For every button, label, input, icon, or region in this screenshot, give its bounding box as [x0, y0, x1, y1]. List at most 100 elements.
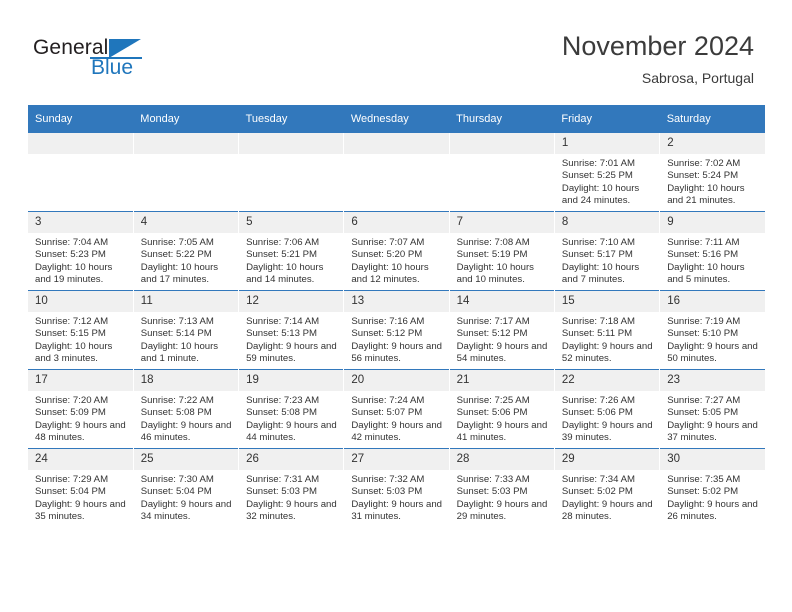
sunrise-text: Sunrise: 7:02 AM	[667, 158, 741, 169]
sunset-text: Sunset: 5:07 PM	[351, 407, 423, 419]
daylight-text: Daylight: 9 hours and 37 minutes.	[667, 419, 758, 444]
daylight-text: Daylight: 10 hours and 14 minutes.	[246, 261, 324, 286]
sunrise-text: Sunrise: 7:35 AM	[667, 474, 741, 485]
calendar-week-row: 3 Sunrise: 7:04 AM Sunset: 5:23 PM Dayli…	[28, 211, 765, 291]
day-number: 29	[554, 449, 660, 470]
day-cell[interactable]: 7 Sunrise: 7:08 AM Sunset: 5:19 PM Dayli…	[449, 211, 555, 291]
sunset-text: Sunset: 5:15 PM	[35, 328, 106, 340]
sunset-text: Sunset: 5:02 PM	[667, 486, 739, 498]
sunrise-text: Sunrise: 7:04 AM	[35, 237, 109, 248]
day-cell[interactable]: 5 Sunrise: 7:06 AM Sunset: 5:21 PM Dayli…	[238, 211, 345, 291]
day-cell[interactable]: 25 Sunrise: 7:30 AM Sunset: 5:04 PM Dayl…	[133, 448, 240, 527]
day-details: Sunrise: 7:27 AM Sunset: 5:05 PM Dayligh…	[660, 391, 765, 445]
day-cell[interactable]: 23 Sunrise: 7:27 AM Sunset: 5:05 PM Dayl…	[659, 369, 765, 449]
daylight-text: Daylight: 10 hours and 7 minutes.	[561, 261, 640, 286]
day-number: 14	[449, 291, 554, 312]
day-details: Sunrise: 7:16 AM Sunset: 5:12 PM Dayligh…	[344, 312, 448, 366]
day-number: 12	[239, 291, 344, 312]
day-number: 30	[660, 449, 765, 470]
day-cell[interactable]: 14 Sunrise: 7:17 AM Sunset: 5:12 PM Dayl…	[449, 290, 555, 370]
calendar-week-row: 17 Sunrise: 7:20 AM Sunset: 5:09 PM Dayl…	[28, 369, 765, 449]
day-cell[interactable]: 16 Sunrise: 7:19 AM Sunset: 5:10 PM Dayl…	[659, 290, 765, 370]
page-title: November 2024	[561, 31, 754, 61]
day-details: Sunrise: 7:02 AM Sunset: 5:24 PM Dayligh…	[660, 154, 765, 208]
sunset-text: Sunset: 5:20 PM	[351, 249, 423, 261]
day-cell[interactable]: 22 Sunrise: 7:26 AM Sunset: 5:06 PM Dayl…	[554, 369, 661, 449]
day-cell[interactable]: 9 Sunrise: 7:11 AM Sunset: 5:16 PM Dayli…	[659, 211, 765, 291]
calendar-header-row: Sunday Monday Tuesday Wednesday Thursday…	[28, 105, 765, 133]
sunset-text: Sunset: 5:17 PM	[561, 249, 633, 261]
daylight-text: Daylight: 9 hours and 28 minutes.	[561, 498, 653, 523]
day-details: Sunrise: 7:23 AM Sunset: 5:08 PM Dayligh…	[239, 391, 343, 445]
day-details: Sunrise: 7:08 AM Sunset: 5:19 PM Dayligh…	[450, 233, 554, 287]
day-cell[interactable]: 8 Sunrise: 7:10 AM Sunset: 5:17 PM Dayli…	[554, 211, 661, 291]
logo-text-blue: Blue	[91, 56, 134, 79]
day-details: Sunrise: 7:17 AM Sunset: 5:12 PM Dayligh…	[450, 312, 554, 366]
sunrise-text: Sunrise: 7:30 AM	[140, 474, 214, 485]
sunset-text: Sunset: 5:14 PM	[140, 328, 212, 340]
day-details: Sunrise: 7:12 AM Sunset: 5:15 PM Dayligh…	[28, 312, 133, 366]
daylight-text: Daylight: 10 hours and 24 minutes.	[561, 182, 640, 207]
day-details: Sunrise: 7:07 AM Sunset: 5:20 PM Dayligh…	[344, 233, 448, 287]
day-cell[interactable]: 2 Sunrise: 7:02 AM Sunset: 5:24 PM Dayli…	[659, 133, 765, 212]
calendar-page: General Blue November 2024 Sabrosa, Port…	[0, 0, 792, 612]
day-cell[interactable]: 27 Sunrise: 7:32 AM Sunset: 5:03 PM Dayl…	[343, 448, 450, 527]
sunset-text: Sunset: 5:11 PM	[561, 328, 633, 340]
day-number: 25	[133, 449, 239, 470]
day-details: Sunrise: 7:18 AM Sunset: 5:11 PM Dayligh…	[555, 312, 659, 366]
weekday-header-row: Sunday Monday Tuesday Wednesday Thursday…	[28, 105, 765, 133]
day-cell[interactable]: 26 Sunrise: 7:31 AM Sunset: 5:03 PM Dayl…	[238, 448, 345, 527]
day-cell[interactable]: 10 Sunrise: 7:12 AM Sunset: 5:15 PM Dayl…	[28, 290, 134, 370]
day-cell[interactable]: 15 Sunrise: 7:18 AM Sunset: 5:11 PM Dayl…	[554, 290, 661, 370]
day-cell-empty	[28, 133, 134, 212]
day-number	[344, 133, 449, 154]
day-details: Sunrise: 7:01 AM Sunset: 5:25 PM Dayligh…	[555, 154, 659, 208]
general-blue-logo[interactable]: General Blue	[33, 36, 233, 88]
day-cell[interactable]: 17 Sunrise: 7:20 AM Sunset: 5:09 PM Dayl…	[28, 369, 134, 449]
daylight-text: Daylight: 9 hours and 44 minutes.	[246, 419, 337, 444]
day-cell-empty	[449, 133, 555, 212]
daylight-text: Daylight: 10 hours and 5 minutes.	[667, 261, 745, 286]
day-number: 15	[554, 291, 660, 312]
weekday-header-tuesday: Tuesday	[238, 105, 344, 133]
day-cell[interactable]: 20 Sunrise: 7:24 AM Sunset: 5:07 PM Dayl…	[343, 369, 450, 449]
sunrise-text: Sunrise: 7:24 AM	[351, 395, 425, 406]
day-number: 1	[554, 133, 660, 154]
day-cell-empty	[133, 133, 240, 212]
daylight-text: Daylight: 9 hours and 35 minutes.	[35, 498, 126, 523]
day-details: Sunrise: 7:25 AM Sunset: 5:06 PM Dayligh…	[450, 391, 554, 445]
day-cell[interactable]: 29 Sunrise: 7:34 AM Sunset: 5:02 PM Dayl…	[554, 448, 661, 527]
daylight-text: Daylight: 9 hours and 59 minutes.	[246, 340, 337, 365]
sunrise-sunset-calendar-table: Sunday Monday Tuesday Wednesday Thursday…	[28, 105, 765, 527]
sunrise-text: Sunrise: 7:06 AM	[246, 237, 320, 248]
day-cell-empty	[343, 133, 450, 212]
sunrise-text: Sunrise: 7:31 AM	[246, 474, 320, 485]
day-cell[interactable]: 12 Sunrise: 7:14 AM Sunset: 5:13 PM Dayl…	[238, 290, 345, 370]
day-details: Sunrise: 7:14 AM Sunset: 5:13 PM Dayligh…	[239, 312, 343, 366]
day-number: 13	[344, 291, 449, 312]
day-cell[interactable]: 18 Sunrise: 7:22 AM Sunset: 5:08 PM Dayl…	[133, 369, 240, 449]
sunrise-text: Sunrise: 7:19 AM	[667, 316, 741, 327]
sunset-text: Sunset: 5:02 PM	[561, 486, 633, 498]
weekday-header-friday: Friday	[554, 105, 660, 133]
day-cell[interactable]: 30 Sunrise: 7:35 AM Sunset: 5:02 PM Dayl…	[659, 448, 765, 527]
day-cell[interactable]: 4 Sunrise: 7:05 AM Sunset: 5:22 PM Dayli…	[133, 211, 240, 291]
day-cell[interactable]: 1 Sunrise: 7:01 AM Sunset: 5:25 PM Dayli…	[554, 133, 661, 212]
day-cell[interactable]: 11 Sunrise: 7:13 AM Sunset: 5:14 PM Dayl…	[133, 290, 240, 370]
sunrise-text: Sunrise: 7:13 AM	[140, 316, 214, 327]
sunrise-text: Sunrise: 7:23 AM	[246, 395, 320, 406]
day-cell[interactable]: 28 Sunrise: 7:33 AM Sunset: 5:03 PM Dayl…	[449, 448, 555, 527]
day-cell[interactable]: 19 Sunrise: 7:23 AM Sunset: 5:08 PM Dayl…	[238, 369, 345, 449]
day-cell[interactable]: 24 Sunrise: 7:29 AM Sunset: 5:04 PM Dayl…	[28, 448, 134, 527]
day-details: Sunrise: 7:05 AM Sunset: 5:22 PM Dayligh…	[134, 233, 238, 287]
day-cell[interactable]: 21 Sunrise: 7:25 AM Sunset: 5:06 PM Dayl…	[449, 369, 555, 449]
sunrise-text: Sunrise: 7:27 AM	[667, 395, 741, 406]
day-number: 23	[660, 370, 765, 391]
day-cell[interactable]: 13 Sunrise: 7:16 AM Sunset: 5:12 PM Dayl…	[343, 290, 450, 370]
day-cell[interactable]: 6 Sunrise: 7:07 AM Sunset: 5:20 PM Dayli…	[343, 211, 450, 291]
day-number: 8	[554, 212, 660, 233]
day-cell[interactable]: 3 Sunrise: 7:04 AM Sunset: 5:23 PM Dayli…	[28, 211, 134, 291]
day-number: 27	[344, 449, 449, 470]
day-details: Sunrise: 7:31 AM Sunset: 5:03 PM Dayligh…	[239, 470, 343, 524]
daylight-text: Daylight: 9 hours and 42 minutes.	[351, 419, 443, 444]
